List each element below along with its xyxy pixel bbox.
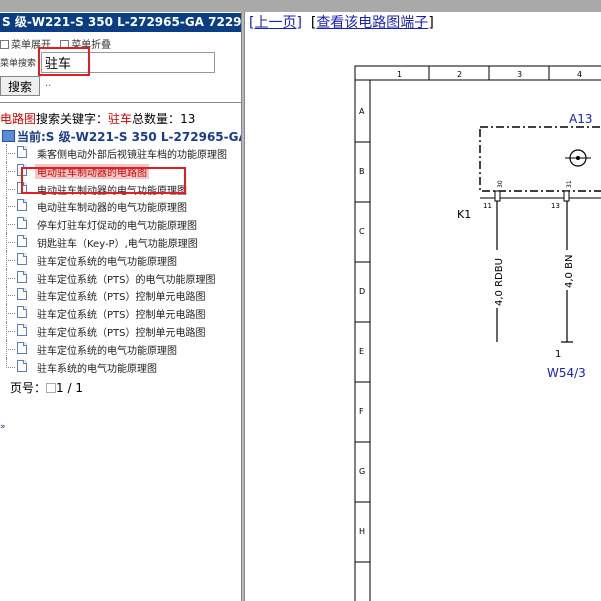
tree-root-current[interactable]: 当前:S 级-W221-S 350 L-272965-GA (2, 128, 241, 145)
tree-item[interactable]: 乘客侧电动外部后视镜驻车档的功能原理图 (0, 144, 241, 162)
row-letter: A (359, 107, 365, 116)
pin-label: 1 (555, 349, 561, 360)
summary-keyword-label: 搜索关键字： (36, 112, 109, 126)
document-icon (17, 359, 27, 372)
tree-item-selected[interactable]: 电动驻车制动器的电路图 (0, 161, 241, 180)
document-icon (17, 270, 27, 283)
menu-expand-toggle[interactable]: 菜单展开 (0, 36, 51, 51)
circuit-schematic: 1 2 3 4 A B C D E F G H A13 K1 11 13 30 … (354, 65, 601, 601)
row-letter: B (359, 167, 365, 176)
frame-outer (354, 65, 601, 601)
tree-item-label: 驻车定位系统（PTS）的电气功能原理图 (37, 274, 216, 286)
col-number: 3 (517, 70, 522, 79)
summary-keyword: 驻车 (108, 112, 133, 126)
row-letter: D (359, 287, 365, 296)
tree-item-label: 驻车定位系统（PTS）控制单元电路图 (37, 292, 206, 304)
results-tree: 乘客侧电动外部后视镜驻车档的功能原理图 电动驻车制动器的电路图 电动驻车制动器的… (0, 144, 241, 375)
tree-item-label: 电动驻车制动器的电路图 (35, 163, 149, 179)
tree-item-label: 乘客侧电动外部后视镜驻车档的功能原理图 (37, 150, 227, 161)
tree-item[interactable]: 驻车系统的电气功能原理图 (0, 357, 241, 376)
menu-toggles: 菜单展开 菜单折叠 (0, 36, 117, 51)
expand-icon (0, 40, 9, 49)
left-panel: S 级-W221-S 350 L-272965-GA 722906 菜单展开 菜… (0, 12, 241, 601)
row-letter: F (359, 407, 364, 416)
menu-collapse-label: 菜单折叠 (71, 40, 112, 51)
search-label: 菜单搜索 (0, 59, 37, 69)
pin-label: 13 (551, 202, 560, 210)
connector-w54-label: W54/3 (547, 366, 586, 380)
tree-item[interactable]: 驻车定位系统（PTS）控制单元电路图 (0, 286, 241, 305)
tree-item-label: 驻车定位系统的电气功能原理图 (37, 256, 177, 268)
document-icon (17, 323, 27, 336)
tree-item-label: 电动驻车制动器的电气功能原理图 (37, 203, 187, 215)
document-icon (17, 163, 27, 176)
tree-root-label: 当前:S 级-W221-S 350 L-272965-GA (17, 130, 241, 144)
tree-item-label: 驻车定位系统（PTS）控制单元电路图 (37, 310, 206, 322)
tree-item-label: 停车灯驻车灯促动的电气功能原理图 (37, 221, 197, 233)
window-top-bar (0, 0, 601, 12)
document-icon (17, 234, 27, 247)
document-icon (17, 252, 27, 265)
search-dots: .. (45, 78, 52, 89)
search-input[interactable] (41, 52, 215, 73)
tree-item[interactable]: 驻车定位系统（PTS）控制单元电路图 (0, 304, 241, 323)
document-icon (17, 181, 27, 194)
row-letter: G (359, 467, 365, 476)
divider-line (0, 102, 241, 103)
tree-item-label: 驻车定位系统（PTS）控制单元电路图 (37, 327, 206, 339)
tree-item-label: 电动驻车制动器的电气功能原理图 (37, 185, 187, 197)
tree-item[interactable]: 驻车定位系统（PTS）的电气功能原理图 (0, 268, 241, 287)
tree-item[interactable]: 驻车定位系统的电气功能原理图 (0, 250, 241, 269)
pin-label: 11 (483, 202, 492, 210)
right-panel: [上一页] [查看该电路图端子] 1 2 3 4 A B C D E F G H… (245, 12, 601, 601)
summary-category: 电路图 (0, 112, 37, 126)
pager: 页号： 1 / 1 (10, 379, 83, 396)
tree-item[interactable]: 电动驻车制动器的电气功能原理图 (0, 197, 241, 216)
terminal-30 (494, 190, 501, 202)
pin-label: 30 (497, 180, 504, 188)
tree-item-label: 钥匙驻车（Key-P）,电气功能原理图 (37, 238, 198, 250)
expand-arrow-icon[interactable]: » (0, 422, 6, 432)
pin-label: 31 (566, 180, 573, 188)
panel-header-title: S 级-W221-S 350 L-272965-GA 722906 (0, 13, 241, 32)
search-button[interactable]: 搜索 (0, 76, 40, 96)
menu-collapse-toggle[interactable]: 菜单折叠 (60, 36, 111, 51)
search-summary: 电路图搜索关键字：驻车总数量：13 (0, 110, 195, 127)
document-icon (17, 199, 27, 212)
pager-value: 1 / 1 (56, 381, 83, 395)
col-number: 4 (577, 70, 582, 79)
tree-item[interactable]: 驻车定位系统（PTS）控制单元电路图 (0, 321, 241, 340)
terminal-31 (563, 190, 570, 202)
menu-expand-label: 菜单展开 (11, 40, 51, 51)
col-number: 2 (457, 70, 462, 79)
pager-checkbox-icon[interactable] (46, 383, 57, 393)
document-icon (17, 146, 27, 158)
collapse-icon (60, 40, 70, 49)
wire-label: 4,0 RDBU (494, 258, 505, 306)
document-icon (17, 306, 27, 319)
document-icon (17, 288, 27, 301)
col-number: 1 (397, 70, 402, 79)
tree-item[interactable]: 停车灯驻车灯促动的电气功能原理图 (0, 215, 241, 234)
summary-count: 13 (180, 112, 196, 126)
wire-label: 4,0 BN (564, 255, 575, 288)
row-letter: H (359, 527, 365, 536)
summary-count-label: 总数量： (132, 112, 181, 126)
component-k1-label: K1 (457, 208, 471, 221)
tree-item-label: 驻车定位系统的电气功能原理图 (37, 345, 177, 357)
tree-item[interactable]: 电动驻车制动器的电气功能原理图 (0, 179, 241, 198)
computer-icon (2, 130, 15, 142)
row-letter: E (359, 347, 364, 356)
component-a13-label: A13 (569, 112, 592, 126)
pager-label: 页号： (10, 381, 47, 395)
tree-item[interactable]: 钥匙驻车（Key-P）,电气功能原理图 (0, 232, 241, 251)
tree-item[interactable]: 驻车定位系统的电气功能原理图 (0, 339, 241, 358)
document-icon (17, 217, 27, 230)
document-icon (17, 341, 27, 354)
row-letter: C (359, 227, 365, 236)
tree-item-label: 驻车系统的电气功能原理图 (37, 363, 157, 375)
